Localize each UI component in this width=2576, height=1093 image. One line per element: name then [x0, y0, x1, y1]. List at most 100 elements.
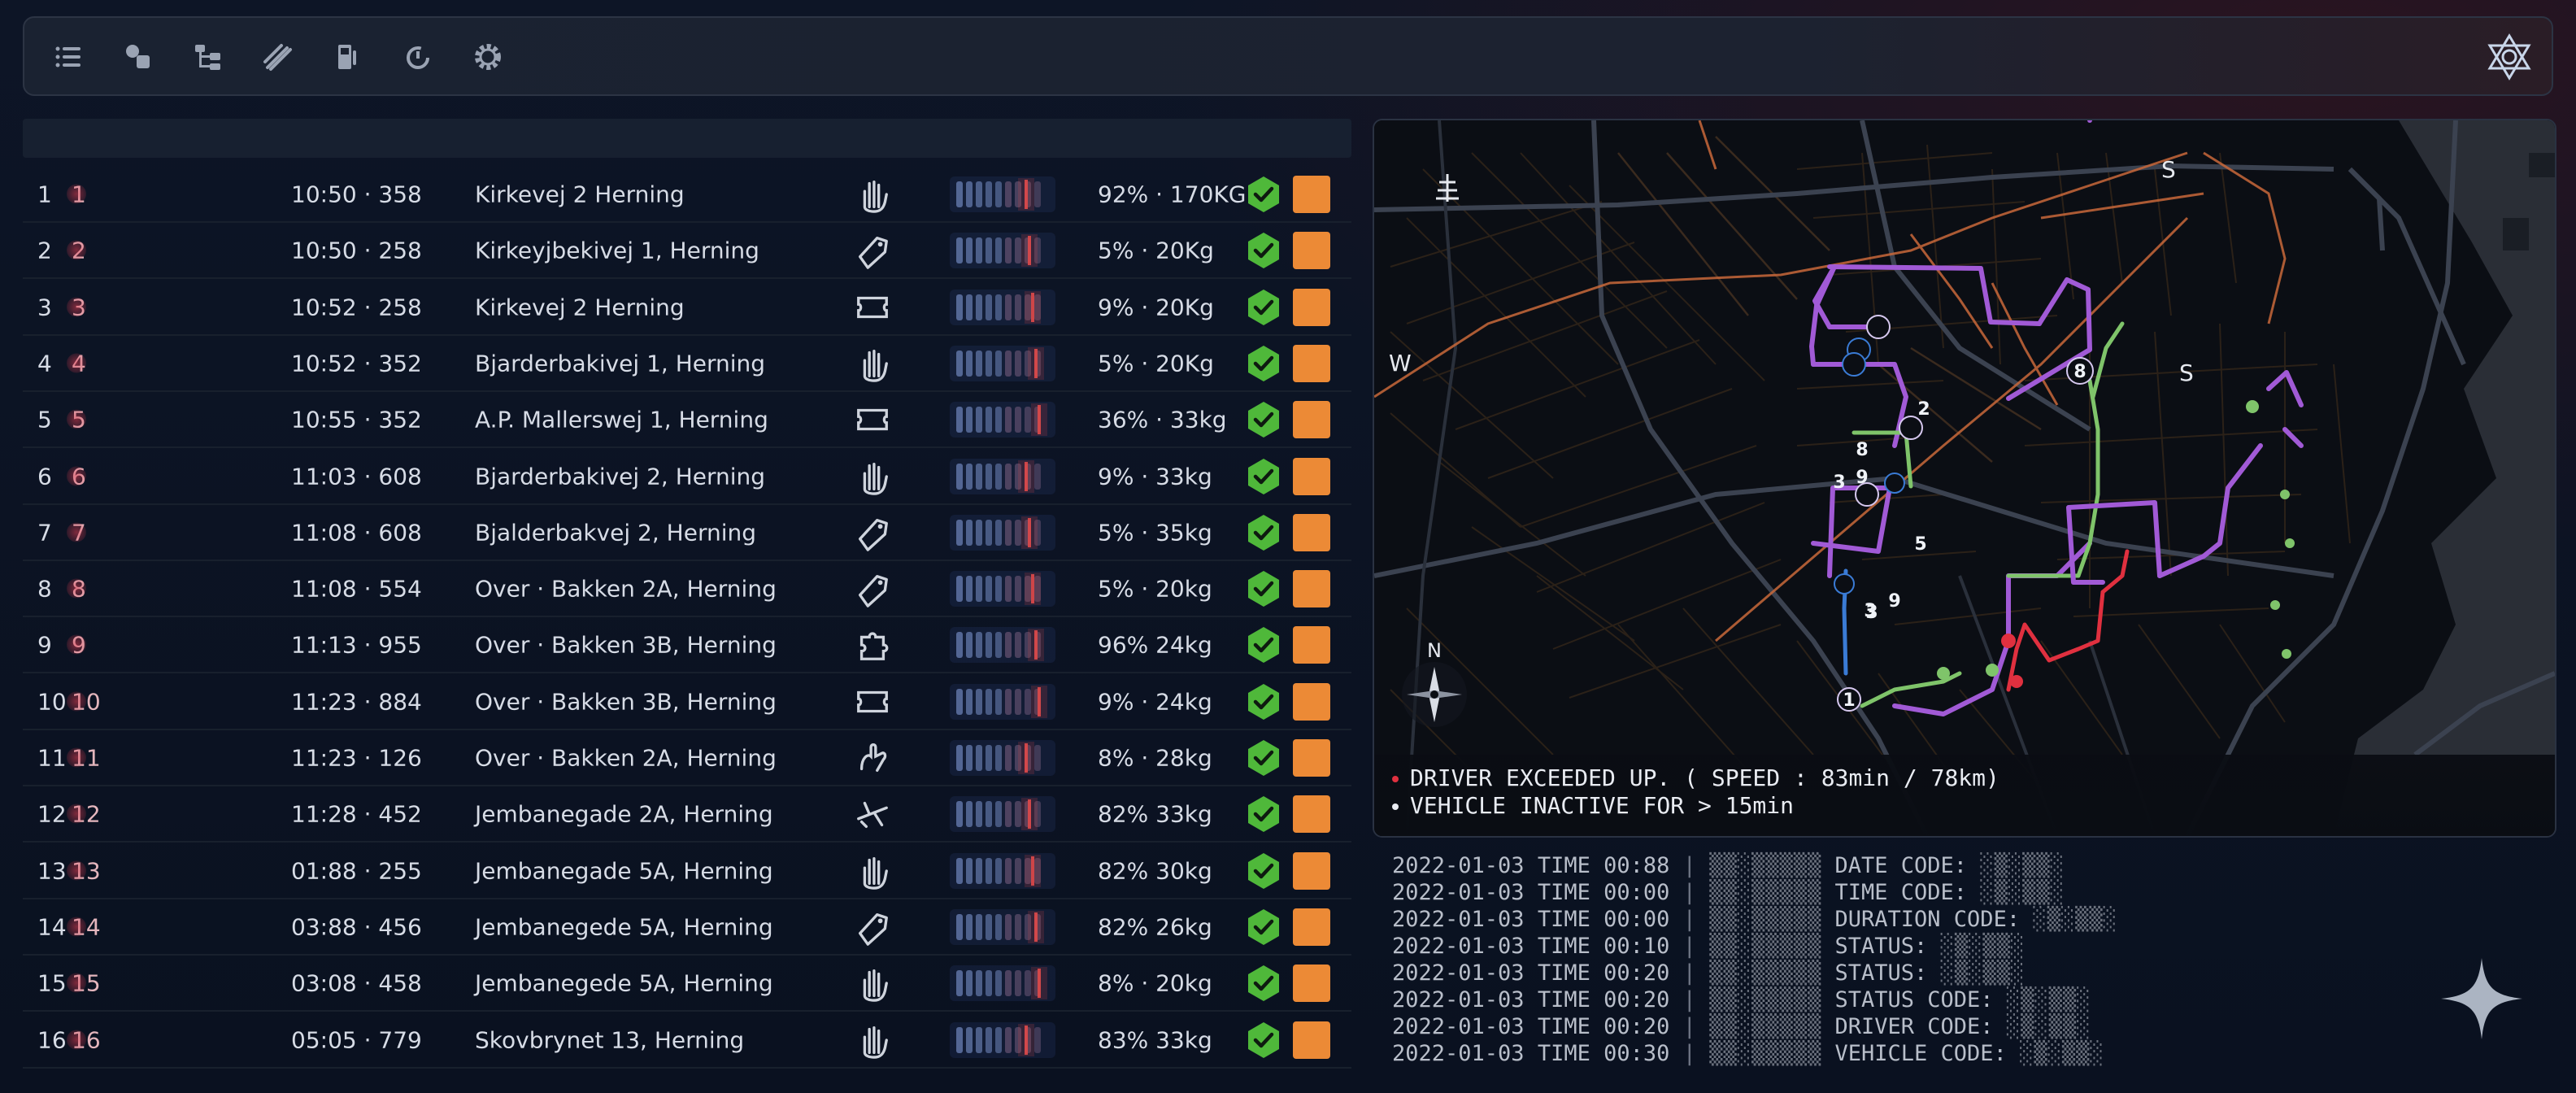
status-check-icon[interactable]	[1246, 625, 1281, 664]
status-check-icon[interactable]	[1246, 908, 1281, 947]
log-redacted: ▒▒░▒▒▒▒▒	[1709, 853, 1822, 878]
row-address: Bjarderbakivej 1, Herning	[475, 350, 766, 377]
action-square-button[interactable]	[1293, 457, 1330, 495]
route-map[interactable]: 8 2 3 9 3 5 3 9 1 8 W S S N DRIVER EXCEE…	[1373, 119, 2556, 838]
row-load: 5% · 35kg	[1098, 519, 1212, 546]
row-load: 83% 33kg	[1098, 1026, 1212, 1053]
row-number: 2	[67, 237, 86, 264]
table-row[interactable]: 9 9 11:13 · 955 Over · Bakken 3B, Herning 96…	[23, 618, 1351, 674]
action-square-button[interactable]	[1293, 965, 1330, 1003]
row-number: 6	[67, 463, 86, 490]
action-square-button[interactable]	[1293, 232, 1330, 270]
action-square-button[interactable]	[1293, 682, 1330, 721]
row-time: 01:88 · 255	[291, 857, 422, 885]
stop-label: 1	[1843, 690, 1855, 711]
row-time: 10:52 · 258	[291, 294, 422, 321]
refresh-timer-icon[interactable]	[402, 41, 434, 73]
table-row[interactable]: 8 8 11:08 · 554 Over · Bakken 2A, Herning 5%…	[23, 562, 1351, 618]
status-check-icon[interactable]	[1246, 682, 1281, 721]
table-row[interactable]: 10 10 11:23 · 884 Over · Bakken 3B, Herning…	[23, 675, 1351, 730]
status-check-icon[interactable]	[1246, 457, 1281, 496]
settings-gear-icon[interactable]	[472, 41, 504, 73]
table-row[interactable]: 3 3 10:52 · 258 Kirkevej 2 Herning 9% · 20Kg	[23, 281, 1351, 336]
shapes-icon[interactable]	[122, 41, 154, 73]
table-row[interactable]: 12 12 11:28 · 452 Jembanegade 2A, Herning 82…	[23, 787, 1351, 843]
row-number: 7	[67, 519, 86, 546]
tools-icon[interactable]	[262, 41, 294, 73]
table-row[interactable]: 6 6 11:03 · 608 Bjarderbakivej 2, Herning 9%…	[23, 450, 1351, 505]
alert-dot-red	[1392, 776, 1399, 782]
alert-text: DRIVER EXCEEDED UP. ( SPEED : 83min / 78…	[1410, 764, 1999, 791]
log-line: 2022-01-03 TIME 00:00 | ▒▒░▒▒▒▒▒ TIME CO…	[1392, 879, 2287, 906]
log-value-redacted: ░▒░▒▒░	[2033, 907, 2117, 932]
log-separator: |	[1682, 1014, 1696, 1039]
action-square-button[interactable]	[1293, 908, 1330, 946]
status-check-icon[interactable]	[1246, 851, 1281, 891]
log-value-redacted: ░▒░▒▒░	[2020, 1041, 2104, 1066]
list-icon[interactable]	[52, 41, 85, 73]
alert-text: VEHICLE INACTIVE FOR > 15min	[1410, 792, 1795, 819]
load-bars	[950, 682, 1055, 721]
table-row[interactable]: 16 16 05:05 · 779 Skovbrynet 13, Herning 83%…	[23, 1013, 1351, 1069]
status-check-icon[interactable]	[1246, 400, 1281, 439]
status-check-icon[interactable]	[1246, 1021, 1281, 1060]
log-label: STATUS CODE:	[1834, 987, 1994, 1012]
row-number: 13	[67, 857, 101, 885]
log-time: TIME 00:88	[1537, 853, 1670, 878]
action-square-button[interactable]	[1293, 344, 1330, 382]
table-row[interactable]: 15 15 03:08 · 458 Jembanegede 5A, Herning 8%…	[23, 956, 1351, 1012]
tag-icon	[854, 570, 891, 607]
status-check-icon[interactable]	[1246, 344, 1281, 383]
action-square-button[interactable]	[1293, 795, 1330, 834]
log-date: 2022-01-03	[1392, 853, 1525, 878]
log-separator: |	[1682, 987, 1696, 1012]
table-row[interactable]: 5 5 10:55 · 352 A.P. Mallerswej 1, Herning 3…	[23, 393, 1351, 449]
alert-inactive: VEHICLE INACTIVE FOR > 15min	[1392, 792, 1794, 819]
load-bars	[950, 851, 1055, 891]
load-bars	[950, 400, 1055, 439]
status-check-icon[interactable]	[1246, 231, 1281, 270]
hand-icon	[854, 852, 891, 890]
table-row[interactable]: 2 2 10:50 · 258 Kirkeyjbekivej 1, Herning 5%…	[23, 224, 1351, 280]
row-load: 96% 24kg	[1098, 631, 1212, 659]
action-square-button[interactable]	[1293, 1021, 1330, 1059]
row-number: 9	[67, 631, 86, 659]
row-load: 36% · 33kg	[1098, 406, 1227, 433]
status-check-icon[interactable]	[1246, 569, 1281, 608]
status-check-icon[interactable]	[1246, 964, 1281, 1003]
status-check-icon[interactable]	[1246, 513, 1281, 552]
table-row[interactable]: 4 4 10:52 · 352 Bjarderbakivej 1, Herning 5%…	[23, 337, 1351, 392]
table-row[interactable]: 7 7 11:08 · 608 Bjalderbakvej 2, Herning 5% …	[23, 506, 1351, 561]
action-square-button[interactable]	[1293, 851, 1330, 890]
row-time: 03:08 · 458	[291, 969, 422, 997]
table-header	[23, 119, 1351, 158]
log-time: TIME 00:20	[1537, 960, 1670, 986]
action-square-button[interactable]	[1293, 513, 1330, 551]
hand-icon	[854, 458, 891, 495]
table-row[interactable]: 11 11 11:23 · 126 Over · Bakken 2A, Herning…	[23, 731, 1351, 786]
row-load: 82% 33kg	[1098, 800, 1212, 828]
action-square-button[interactable]	[1293, 176, 1330, 213]
table-row[interactable]: 1 1 10:50 · 358 Kirkevej 2 Herning 92% · 170…	[23, 168, 1351, 223]
hand-icon	[854, 965, 891, 1002]
action-square-button[interactable]	[1293, 739, 1330, 777]
action-square-button[interactable]	[1293, 626, 1330, 664]
status-check-icon[interactable]	[1246, 795, 1281, 834]
action-square-button[interactable]	[1293, 288, 1330, 326]
status-check-icon[interactable]	[1246, 288, 1281, 327]
hierarchy-icon[interactable]	[192, 41, 224, 73]
fuel-pump-icon[interactable]	[332, 41, 364, 73]
action-square-button[interactable]	[1293, 401, 1330, 439]
status-check-icon[interactable]	[1246, 175, 1281, 214]
row-number: 12	[67, 800, 101, 828]
table-row[interactable]: 13 13 01:88 · 255 Jembanegade 5A, Herning 82…	[23, 844, 1351, 899]
row-address: Kirkevej 2 Herning	[475, 294, 685, 321]
table-row[interactable]: 14 14 03:88 · 456 Jembanegede 5A, Herning 82…	[23, 900, 1351, 956]
action-square-button[interactable]	[1293, 570, 1330, 608]
status-check-icon[interactable]	[1246, 738, 1281, 777]
row-time: 10:50 · 258	[291, 237, 422, 264]
log-date: 2022-01-03	[1392, 880, 1525, 905]
log-time: TIME 00:20	[1537, 987, 1670, 1012]
compass-rose-icon	[1402, 662, 1467, 727]
log-time: TIME 00:30	[1537, 1041, 1670, 1066]
